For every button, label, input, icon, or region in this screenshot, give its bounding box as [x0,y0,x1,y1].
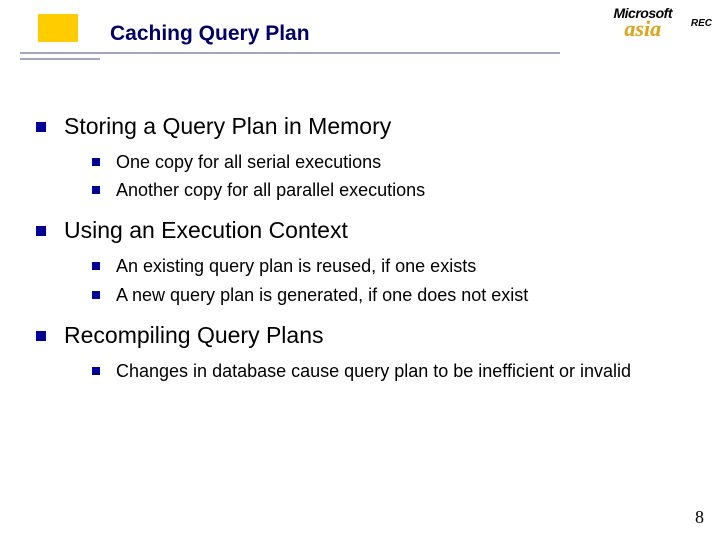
bullet-icon [92,262,100,270]
slide-title: Caching Query Plan [110,22,310,46]
list-item: A new query plan is generated, if one do… [92,283,690,307]
page-number: 8 [695,507,704,528]
list-item: One copy for all serial executions [92,150,690,174]
bullet-icon [92,291,100,299]
bullet-text: Recompiling Query Plans [64,321,324,351]
bullet-icon [36,226,46,236]
slide-header: Caching Query Plan Microsoft asia REC [0,0,720,72]
bullet-text: An existing query plan is reused, if one… [116,254,476,278]
sub-list: An existing query plan is reused, if one… [92,254,690,307]
bullet-icon [36,331,46,341]
bullet-icon [36,122,46,132]
bullet-icon [92,367,100,375]
list-item: Recompiling Query Plans [36,321,690,351]
list-item: Storing a Query Plan in Memory [36,112,690,142]
list-item: Using an Execution Context [36,216,690,246]
title-underline-short [20,58,100,60]
corner-tag: REC [691,18,712,29]
brand-logo: Microsoft asia [614,6,673,40]
list-item: Another copy for all parallel executions [92,178,690,202]
title-underline-long [20,52,560,54]
bullet-text: Changes in database cause query plan to … [116,359,631,383]
list-item: An existing query plan is reused, if one… [92,254,690,278]
bullet-text: One copy for all serial executions [116,150,381,174]
sub-list: One copy for all serial executions Anoth… [92,150,690,203]
sub-list: Changes in database cause query plan to … [92,359,690,383]
title-accent-box [38,14,78,42]
bullet-text: A new query plan is generated, if one do… [116,283,528,307]
bullet-text: Using an Execution Context [64,216,348,246]
bullet-icon [92,186,100,194]
slide-body: Storing a Query Plan in Memory One copy … [36,112,690,387]
list-item: Changes in database cause query plan to … [92,359,690,383]
bullet-icon [92,158,100,166]
bullet-text: Another copy for all parallel executions [116,178,425,202]
bullet-text: Storing a Query Plan in Memory [64,112,391,142]
